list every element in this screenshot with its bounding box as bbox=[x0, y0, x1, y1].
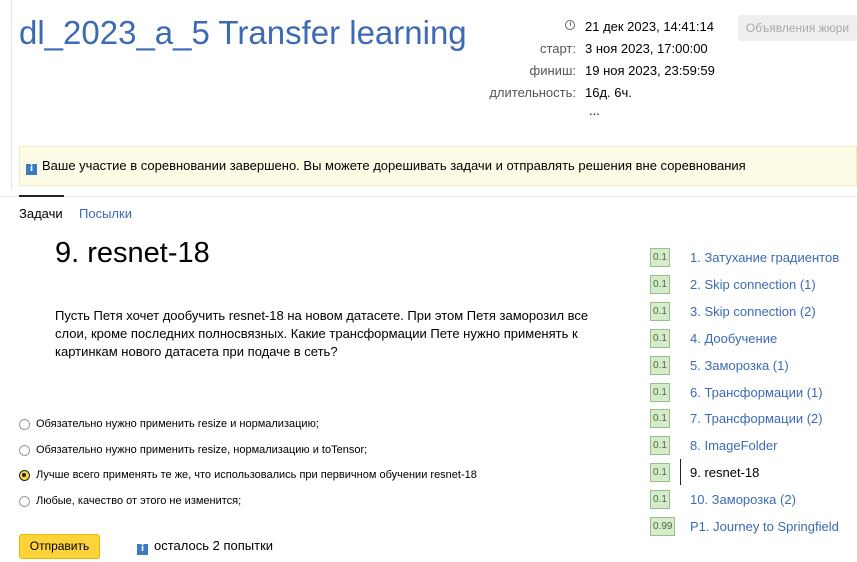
problem-link[interactable]: 4. Дообучение bbox=[690, 331, 777, 346]
answer-option-selected[interactable]: Лучше всего применять те же, что использ… bbox=[19, 469, 477, 481]
score-badge: 0.1 bbox=[650, 356, 670, 375]
jury-announcements-button[interactable]: Объявления жюри bbox=[738, 15, 857, 41]
answer-option-label: Лучше всего применять те же, что использ… bbox=[36, 469, 477, 481]
score-badge: 0.1 bbox=[650, 329, 670, 348]
answer-option[interactable]: Обязательно нужно применить resize и нор… bbox=[19, 418, 319, 430]
start-value: 3 ноя 2023, 17:00:00 bbox=[585, 41, 708, 56]
notice-text: Ваше участие в соревновании завершено. В… bbox=[42, 158, 746, 173]
duration-value: 16д. 6ч. bbox=[585, 85, 632, 100]
problem-link[interactable]: 5. Заморозка (1) bbox=[690, 358, 789, 373]
score-badge: 0.1 bbox=[650, 490, 670, 509]
finish-label: финиш: bbox=[529, 63, 576, 78]
clock-icon bbox=[565, 20, 575, 30]
radio-button[interactable] bbox=[19, 418, 30, 430]
tab-problems[interactable]: Задачи bbox=[19, 206, 63, 221]
problem-link[interactable]: 1. Затухание градиентов bbox=[690, 250, 839, 265]
submit-button[interactable]: Отправить bbox=[19, 534, 100, 559]
more-ellipsis[interactable]: ... bbox=[589, 103, 600, 118]
answer-option-label: Обязательно нужно применить resize, норм… bbox=[36, 444, 368, 456]
problem-link[interactable]: 9. resnet-18 bbox=[690, 465, 759, 480]
score-badge: 0.1 bbox=[650, 436, 670, 455]
tab-submissions[interactable]: Посылки bbox=[79, 206, 132, 221]
score-badge: 0.1 bbox=[650, 409, 670, 428]
problem-link[interactable]: 10. Заморозка (2) bbox=[690, 492, 796, 507]
problem-link[interactable]: 2. Skip connection (1) bbox=[690, 277, 816, 292]
participation-notice: i Ваше участие в соревновании завершено. … bbox=[19, 146, 857, 186]
attempts-remaining: i осталось 2 попытки bbox=[137, 538, 273, 555]
duration-label: длительность: bbox=[489, 85, 576, 100]
score-badge: 0.99 bbox=[650, 517, 676, 536]
problem-link[interactable]: 3. Skip connection (2) bbox=[690, 304, 816, 319]
radio-button[interactable] bbox=[19, 495, 30, 507]
radio-button[interactable] bbox=[19, 444, 30, 456]
answer-option-label: Любые, качество от этого не изменится; bbox=[36, 495, 242, 507]
problem-link[interactable]: 8. ImageFolder bbox=[690, 438, 777, 453]
start-label: старт: bbox=[539, 41, 576, 56]
problem-link[interactable]: P1. Journey to Springfield bbox=[690, 519, 839, 534]
score-badge: 0.1 bbox=[650, 248, 670, 267]
contest-title: dl_2023_a_5 Transfer learning bbox=[19, 14, 467, 51]
current-time: 21 дек 2023, 14:41:14 bbox=[585, 19, 714, 34]
problem-link[interactable]: 6. Трансформации (1) bbox=[690, 385, 823, 400]
answer-option[interactable]: Обязательно нужно применить resize, норм… bbox=[19, 444, 367, 456]
answer-option-label: Обязательно нужно применить resize и нор… bbox=[36, 418, 319, 430]
score-badge: 0.1 bbox=[650, 383, 670, 402]
tabs-divider bbox=[0, 196, 857, 197]
info-icon: i bbox=[26, 164, 37, 175]
header-left-border bbox=[11, 0, 12, 190]
problem-title: 9. resnet-18 bbox=[55, 237, 210, 269]
info-icon: i bbox=[137, 544, 148, 555]
problem-statement: Пусть Петя хочет дообучить resnet-18 на … bbox=[55, 308, 589, 359]
score-badge: 0.1 bbox=[650, 275, 670, 294]
score-badge: 0.1 bbox=[650, 463, 670, 482]
finish-value: 19 ноя 2023, 23:59:59 bbox=[585, 63, 715, 78]
problem-link[interactable]: 7. Трансформации (2) bbox=[690, 411, 823, 426]
current-problem-marker bbox=[680, 459, 681, 485]
attempts-text: осталось 2 попытки bbox=[154, 538, 274, 553]
answer-option[interactable]: Любые, качество от этого не изменится; bbox=[19, 495, 241, 507]
active-tab-indicator bbox=[19, 195, 64, 197]
score-badge: 0.1 bbox=[650, 302, 670, 321]
radio-button-checked[interactable] bbox=[19, 469, 30, 481]
